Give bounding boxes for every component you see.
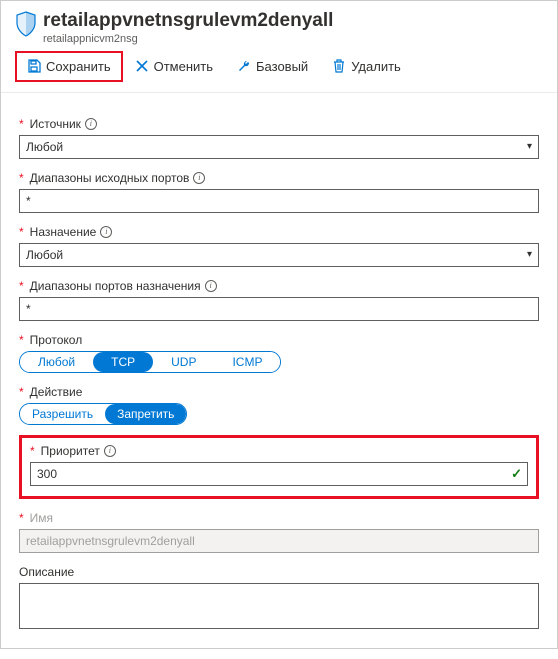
priority-section: *Приоритет i ✓ <box>19 435 539 499</box>
protocol-label: *Протокол <box>19 333 539 347</box>
protocol-icmp[interactable]: ICMP <box>214 352 280 372</box>
delete-button[interactable]: Удалить <box>320 51 413 82</box>
destination-select[interactable]: Любой ▾ <box>19 243 539 267</box>
toolbar: Сохранить Отменить Базовый Удалить <box>1 47 557 92</box>
cancel-label: Отменить <box>154 59 213 74</box>
protocol-udp[interactable]: UDP <box>153 352 214 372</box>
destination-label: *Назначение i <box>19 225 539 239</box>
priority-input[interactable] <box>30 462 528 486</box>
source-label: *Источник i <box>19 117 539 131</box>
divider <box>1 92 557 93</box>
check-icon: ✓ <box>511 466 522 482</box>
save-label: Сохранить <box>46 59 111 74</box>
name-input <box>19 529 539 553</box>
page-title: retailappvnetnsgrulevm2denyall <box>43 11 543 32</box>
description-input[interactable] <box>19 583 539 629</box>
info-icon[interactable]: i <box>104 445 116 457</box>
action-group: Разрешить Запретить <box>19 403 187 425</box>
dest-ports-label: *Диапазоны портов назначения i <box>19 279 539 293</box>
dest-ports-input[interactable] <box>19 297 539 321</box>
action-allow[interactable]: Разрешить <box>20 404 105 424</box>
chevron-down-icon: ▾ <box>527 249 532 260</box>
protocol-tcp[interactable]: TCP <box>93 352 153 372</box>
trash-icon <box>332 59 346 73</box>
page-subtitle: retailappnicvm2nsg <box>43 33 543 45</box>
basic-button[interactable]: Базовый <box>225 51 320 82</box>
info-icon[interactable]: i <box>205 280 217 292</box>
protocol-group: Любой TCP UDP ICMP <box>19 351 281 373</box>
shield-icon <box>15 11 37 40</box>
chevron-down-icon: ▾ <box>527 141 532 152</box>
cancel-button[interactable]: Отменить <box>123 51 225 82</box>
name-label: *Имя <box>19 511 539 525</box>
wrench-icon <box>237 59 251 73</box>
source-select[interactable]: Любой ▾ <box>19 135 539 159</box>
info-icon[interactable]: i <box>100 226 112 238</box>
basic-label: Базовый <box>256 59 308 74</box>
info-icon[interactable]: i <box>193 172 205 184</box>
close-icon <box>135 59 149 73</box>
protocol-any[interactable]: Любой <box>20 352 93 372</box>
save-button[interactable]: Сохранить <box>15 51 123 82</box>
source-ports-label: *Диапазоны исходных портов i <box>19 171 539 185</box>
delete-label: Удалить <box>351 59 401 74</box>
source-ports-input[interactable] <box>19 189 539 213</box>
save-icon <box>27 59 41 73</box>
priority-label: *Приоритет i <box>30 444 528 458</box>
action-deny[interactable]: Запретить <box>105 404 186 424</box>
info-icon[interactable]: i <box>85 118 97 130</box>
description-label: Описание <box>19 565 539 579</box>
action-label: *Действие <box>19 385 539 399</box>
